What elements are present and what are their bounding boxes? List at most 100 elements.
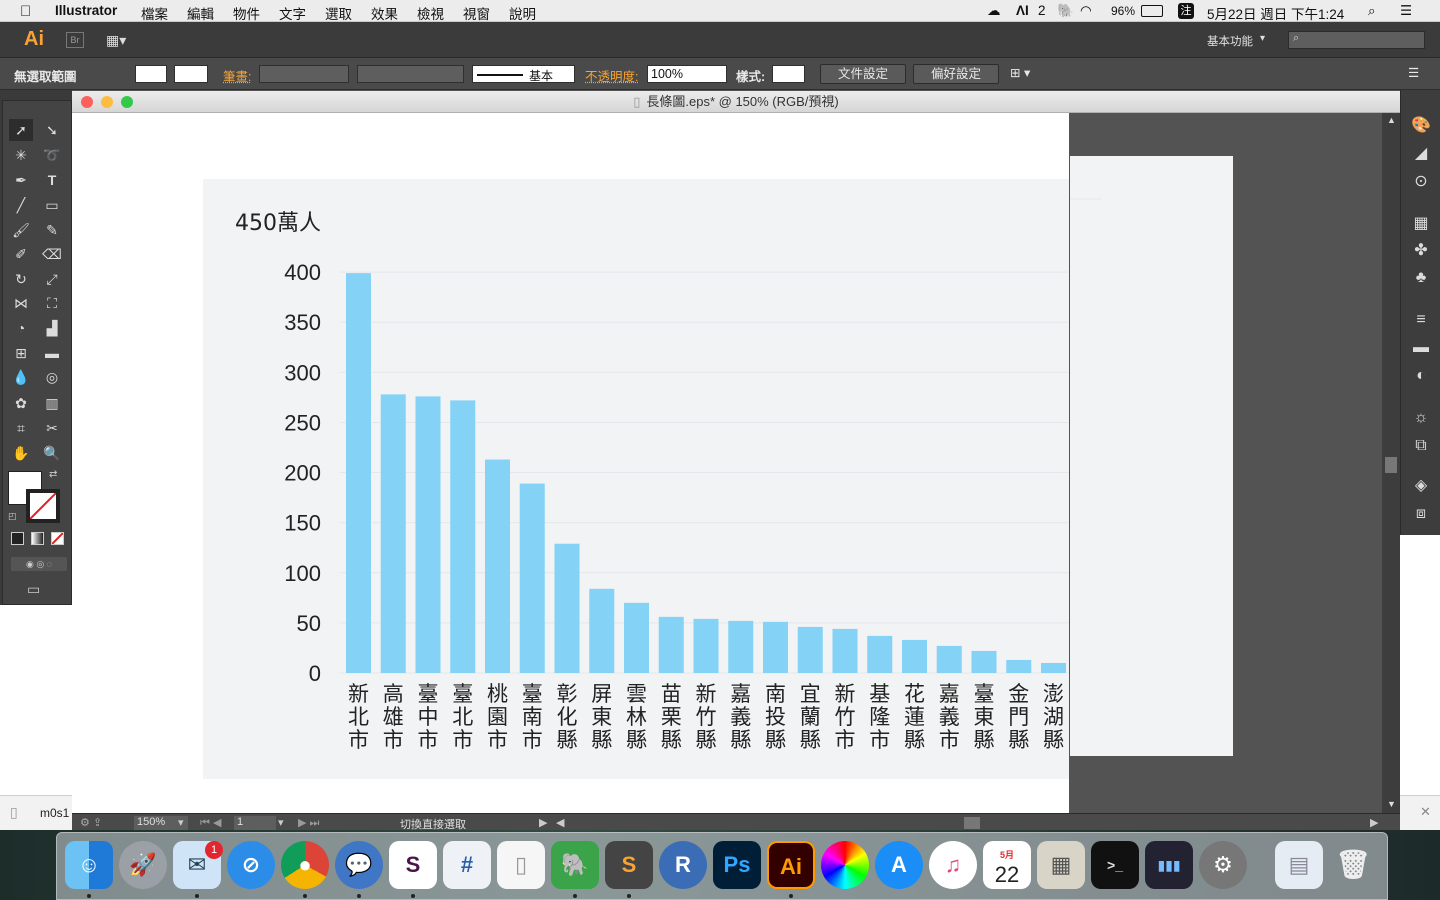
type-tool-icon[interactable]: T: [40, 169, 64, 191]
align-options-icon[interactable]: ⊞ ▾: [1010, 65, 1030, 80]
swatches-icon[interactable]: ▦: [1411, 214, 1431, 234]
arrange-documents-icon[interactable]: ▦▾: [106, 32, 132, 48]
opacity-field[interactable]: 100%: [647, 65, 727, 83]
sublime-text-icon[interactable]: S: [605, 841, 653, 889]
zoom-chevron-icon[interactable]: ▾: [178, 816, 184, 829]
artboard-prev-icon[interactable]: ⏮ ◀: [200, 816, 221, 830]
slice-tool-icon[interactable]: ✂: [40, 417, 64, 439]
notification-center-icon[interactable]: ☰: [1400, 3, 1412, 19]
evernote-icon[interactable]: 🐘: [551, 841, 599, 889]
launchpad-icon[interactable]: 🚀: [119, 841, 167, 889]
color-picker-icon[interactable]: [821, 841, 869, 889]
scale-tool-icon[interactable]: ⤢: [40, 268, 64, 290]
column-graph-tool-icon[interactable]: ▥: [40, 392, 64, 414]
system-preferences-icon[interactable]: ⚙: [1199, 841, 1247, 889]
stroke-weight-field[interactable]: [259, 65, 349, 83]
rectangle-tool-icon[interactable]: ▭: [40, 194, 64, 216]
mesh-tool-icon[interactable]: ⊞: [9, 342, 33, 364]
menu-type[interactable]: 文字: [279, 3, 306, 23]
clock[interactable]: 5月22日 週日 下午1:24: [1207, 3, 1344, 23]
scroll-thumb[interactable]: [1385, 457, 1397, 473]
graphic-style-swatch[interactable]: [772, 65, 805, 83]
blend-tool-icon[interactable]: ◎: [40, 366, 64, 388]
graphic-styles-icon[interactable]: ⧉: [1411, 436, 1431, 456]
paintbrush-tool-icon[interactable]: 🖌: [9, 219, 33, 241]
activity-monitor-icon[interactable]: ▮▮▮: [1145, 841, 1193, 889]
documents-folder-icon[interactable]: ▤: [1275, 841, 1323, 889]
adobe-ai-status-icon[interactable]: ΛI: [1016, 3, 1029, 18]
zoom-tool-icon[interactable]: 🔍: [40, 442, 64, 464]
brush-definition[interactable]: 基本: [472, 65, 575, 83]
stroke-panel-icon[interactable]: ≡: [1411, 310, 1431, 330]
panel-menu-icon[interactable]: ☰: [1408, 65, 1419, 80]
app-menu[interactable]: Illustrator: [55, 3, 117, 18]
slack-icon[interactable]: S: [389, 841, 437, 889]
line-tool-icon[interactable]: ╱: [9, 194, 33, 216]
transparency-panel-icon[interactable]: ◐: [1411, 366, 1431, 386]
apple-menu-icon[interactable]: : [20, 3, 31, 20]
menu-view[interactable]: 檢視: [417, 3, 444, 23]
scroll-up-icon[interactable]: ▲: [1387, 115, 1396, 125]
pencil-tool-icon[interactable]: ✎: [40, 219, 64, 241]
calendar-icon[interactable]: 5月 22: [983, 841, 1031, 889]
workspace-switcher[interactable]: 基本功能: [1207, 33, 1253, 49]
zoom-window-button[interactable]: [121, 96, 133, 108]
magic-wand-tool-icon[interactable]: ✳: [9, 144, 33, 166]
drawing-modes-icon[interactable]: ◉ ◎ ◌: [11, 557, 67, 571]
messages-icon[interactable]: 💬: [335, 841, 383, 889]
opacity-label[interactable]: 不透明度:: [585, 66, 638, 85]
stroke-weight-label[interactable]: 筆畫:: [223, 66, 251, 85]
close-window-button[interactable]: [81, 96, 93, 108]
xcode-icon[interactable]: #: [443, 841, 491, 889]
default-fill-stroke-icon[interactable]: ◰: [8, 511, 17, 522]
menu-edit[interactable]: 編輯: [187, 3, 214, 23]
wifi-icon[interactable]: ◠: [1080, 3, 1092, 19]
horizontal-scroll-thumb[interactable]: [964, 817, 980, 829]
gradient-panel-icon[interactable]: ▬: [1411, 338, 1431, 358]
eyedropper-tool-icon[interactable]: 💧: [9, 366, 33, 388]
fill-swatch[interactable]: [135, 65, 167, 83]
bar-chart[interactable]: 0 50 100 150 200 250 300 350 400 450萬人 新北市 高雄市 臺中市 臺北…: [203, 179, 1200, 779]
battery-icon[interactable]: [1141, 5, 1163, 17]
vertical-scrollbar[interactable]: ▲ ▼: [1382, 113, 1400, 813]
menu-select[interactable]: 選取: [325, 3, 352, 23]
terminal-icon[interactable]: >_: [1091, 841, 1139, 889]
artboard[interactable]: 0 50 100 150 200 250 300 350 400 450萬人 新北市 高雄市 臺中市 臺北…: [72, 113, 1200, 813]
gradient-tool-icon[interactable]: ▬: [40, 342, 64, 364]
close-icon[interactable]: ✕: [1420, 804, 1431, 820]
document-app-icon[interactable]: ▯: [497, 841, 545, 889]
color-guide-icon[interactable]: 🎨: [1411, 116, 1431, 136]
menu-file[interactable]: 檔案: [141, 3, 168, 23]
screen-mode-icon[interactable]: ▭: [27, 581, 40, 598]
symbols-icon[interactable]: ♣: [1411, 268, 1431, 288]
r-icon[interactable]: R: [659, 841, 707, 889]
input-method-icon[interactable]: 注: [1178, 3, 1194, 19]
menu-help[interactable]: 說明: [509, 3, 536, 23]
direct-selection-tool-icon[interactable]: ➘: [40, 119, 64, 141]
shape-builder-tool-icon[interactable]: ◔: [9, 317, 33, 339]
minimize-window-button[interactable]: [101, 96, 113, 108]
color-panel-icon[interactable]: ◢: [1411, 144, 1431, 164]
trash-icon[interactable]: 🗑: [1329, 841, 1377, 889]
rotate-tool-icon[interactable]: ↻: [9, 268, 33, 290]
calculator-icon[interactable]: ▦: [1037, 841, 1085, 889]
pen-tool-icon[interactable]: ✒: [9, 169, 33, 191]
app-store-icon[interactable]: A: [875, 841, 923, 889]
stroke-swatch[interactable]: [174, 65, 208, 83]
shaper-tool-icon[interactable]: ✐: [9, 243, 33, 265]
free-transform-tool-icon[interactable]: ⛶: [40, 292, 64, 314]
libraries-icon[interactable]: ⊙: [1411, 172, 1431, 192]
bridge-button[interactable]: Br: [66, 32, 84, 48]
selection-tool-icon[interactable]: ➚: [9, 119, 33, 141]
search-input[interactable]: ⌕: [1288, 31, 1425, 49]
background-window-tab[interactable]: ▯ m0s1: [0, 795, 72, 830]
illustrator-dock-icon[interactable]: Ai: [767, 841, 815, 889]
safari-icon[interactable]: ⊘: [227, 841, 275, 889]
stroke-color-box[interactable]: [26, 489, 60, 523]
document-setup-button[interactable]: 文件設定: [820, 64, 906, 84]
spotlight-icon[interactable]: ⌕: [1368, 3, 1376, 19]
menu-object[interactable]: 物件: [233, 3, 260, 23]
scroll-down-icon[interactable]: ▼: [1387, 799, 1396, 809]
itunes-icon[interactable]: ♫: [929, 841, 977, 889]
symbol-sprayer-tool-icon[interactable]: ✿: [9, 392, 33, 414]
